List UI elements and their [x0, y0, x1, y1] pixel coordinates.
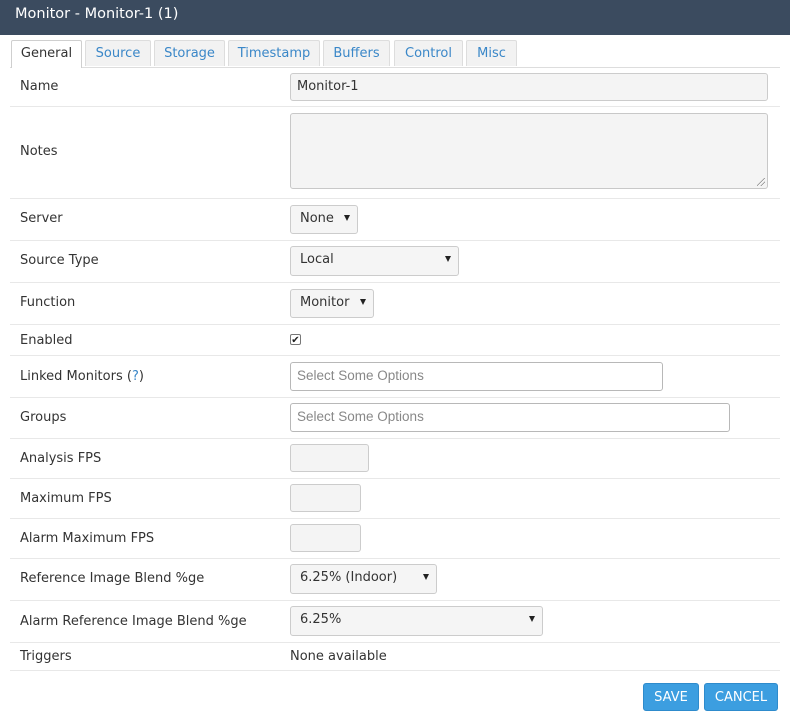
tab-storage[interactable]: Storage: [154, 40, 225, 66]
enabled-label: Enabled: [20, 333, 73, 348]
alarm-reference-blend-select[interactable]: 6.25%: [290, 606, 543, 636]
chevron-down-icon: [445, 256, 451, 262]
source-type-select-value: Local: [300, 252, 334, 267]
row-alarm-maximum-fps: Alarm Maximum FPS: [10, 519, 780, 559]
save-button[interactable]: SAVE: [643, 683, 699, 711]
reference-blend-select-value: 6.25% (Indoor): [300, 570, 398, 585]
maximum-fps-input[interactable]: [290, 484, 361, 512]
chevron-down-icon: [529, 616, 535, 622]
tab-bar: General Source Storage Timestamp Buffers…: [10, 39, 780, 68]
analysis-fps-input[interactable]: [290, 444, 369, 472]
tab-control[interactable]: Control: [394, 40, 463, 66]
enabled-checkbox[interactable]: ✔: [290, 334, 301, 346]
tab-general[interactable]: General: [11, 40, 82, 68]
dialog-title: Monitor - Monitor-1 (1): [0, 0, 790, 35]
function-select[interactable]: Monitor: [290, 289, 374, 318]
reference-blend-label: Reference Image Blend %ge: [20, 571, 205, 586]
chevron-down-icon: [344, 215, 350, 221]
name-input[interactable]: Monitor-1: [290, 73, 768, 101]
chevron-down-icon: [423, 574, 429, 580]
alarm-reference-blend-select-value: 6.25%: [300, 612, 342, 627]
groups-label: Groups: [20, 410, 67, 425]
source-type-select[interactable]: Local: [290, 246, 459, 276]
tab-buffers[interactable]: Buffers: [323, 40, 390, 66]
row-triggers: Triggers None available: [10, 643, 780, 671]
alarm-maximum-fps-label: Alarm Maximum FPS: [20, 531, 155, 546]
alarm-maximum-fps-input[interactable]: [290, 524, 361, 552]
name-label: Name: [20, 79, 59, 94]
source-type-label: Source Type: [20, 253, 99, 268]
notes-label: Notes: [20, 144, 58, 159]
tab-misc[interactable]: Misc: [466, 40, 517, 66]
tab-source[interactable]: Source: [85, 40, 151, 66]
row-analysis-fps: Analysis FPS: [10, 439, 780, 479]
linked-monitors-label: Linked Monitors (?): [20, 369, 144, 384]
reference-blend-select[interactable]: 6.25% (Indoor): [290, 564, 437, 594]
linked-monitors-multiselect[interactable]: Select Some Options: [290, 362, 663, 391]
resize-grip-icon[interactable]: [757, 178, 765, 186]
analysis-fps-label: Analysis FPS: [20, 451, 102, 466]
row-enabled: Enabled: [10, 325, 780, 356]
row-function: Function: [10, 283, 780, 325]
groups-multiselect[interactable]: Select Some Options: [290, 403, 730, 432]
server-select-value: None: [300, 211, 334, 226]
server-select[interactable]: None: [290, 205, 358, 234]
help-link[interactable]: ?: [132, 369, 139, 384]
row-server: Server: [10, 199, 780, 241]
alarm-reference-blend-label: Alarm Reference Image Blend %ge: [20, 614, 247, 629]
triggers-value: None available: [290, 649, 387, 664]
row-maximum-fps: Maximum FPS: [10, 479, 780, 519]
cancel-button[interactable]: CANCEL: [704, 683, 778, 711]
server-label: Server: [20, 211, 63, 226]
function-select-value: Monitor: [300, 295, 350, 310]
tab-timestamp[interactable]: Timestamp: [228, 40, 320, 66]
maximum-fps-label: Maximum FPS: [20, 491, 112, 506]
notes-textarea[interactable]: [290, 113, 768, 189]
triggers-label: Triggers: [20, 649, 72, 664]
chevron-down-icon: [360, 299, 366, 305]
function-label: Function: [20, 295, 76, 310]
